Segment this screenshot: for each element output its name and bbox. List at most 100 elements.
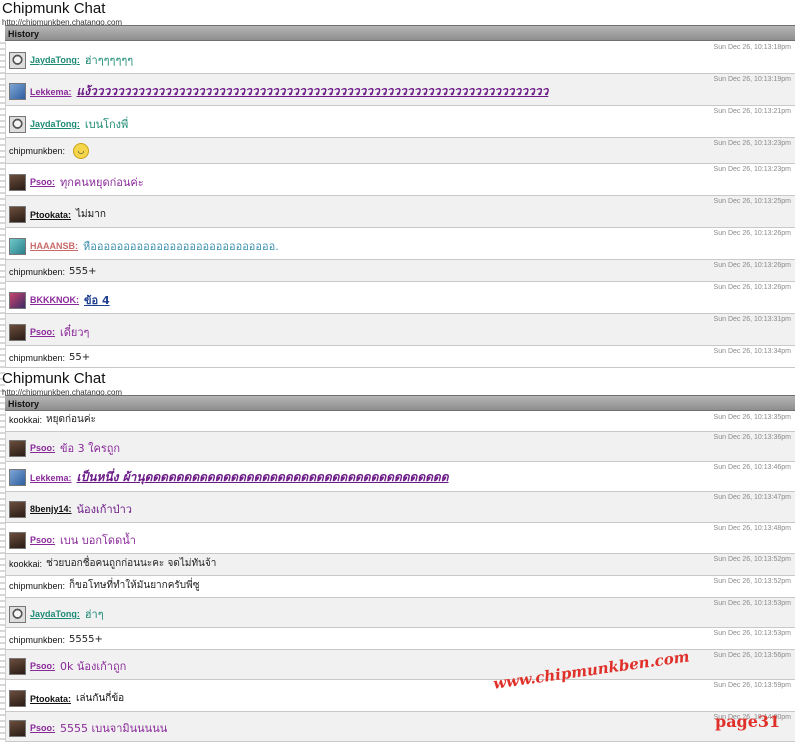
message-line: JaydaTong: ฮ่าๆ [9, 605, 104, 623]
app-title: Chipmunk Chat [2, 0, 106, 17]
avatar[interactable] [9, 206, 26, 223]
chat-message: Sun Dec 26, 10:13:26pm BKKKNOK: ข้อ 4 [5, 282, 795, 314]
username[interactable]: Psoo: [30, 327, 55, 337]
username[interactable]: JaydaTong: [30, 609, 80, 619]
message-line: chipmunkben: 55+ [9, 352, 90, 363]
avatar[interactable] [9, 500, 26, 518]
avatar[interactable] [9, 291, 26, 309]
username: chipmunkben: [9, 146, 66, 156]
message-line: chipmunkben: ก็ขอโทษที่ทำให้มันยากครับพี่… [9, 578, 200, 593]
avatar[interactable] [9, 115, 26, 133]
avatar[interactable] [9, 469, 26, 486]
username[interactable]: HAAANSB: [30, 241, 78, 251]
message-timestamp: Sun Dec 26, 10:13:46pm [713, 464, 791, 471]
avatar[interactable] [9, 690, 26, 707]
chat-message: Sun Dec 26, 10:13:53pm JaydaTong: ฮ่าๆ [5, 598, 795, 628]
message-line: chipmunkben: 555+ [9, 266, 97, 277]
chat-message: Sun Dec 26, 10:13:25pm Ptookata: ไม่มาก [5, 196, 795, 228]
avatar[interactable] [9, 719, 26, 737]
message-text: น้องเก้าป่าว [76, 503, 132, 516]
chat-message: Sun Dec 26, 10:13:59pm Ptookata: เล่นกันกี… [5, 680, 795, 712]
message-line: Psoo: เดี๋ยวๆ [9, 323, 89, 341]
smiley-emoticon-icon: ◡ [73, 143, 90, 159]
message-line: Psoo: 5555 เบนจามินนนนน [9, 719, 167, 737]
message-line: Psoo: ทุกคนหยุดก่อนค่ะ [9, 173, 144, 191]
message-line: Ptookata: เล่นกันกี่ข้อ [9, 690, 124, 707]
message-text: ไม่มาก [76, 209, 106, 220]
chat-message: Sun Dec 26, 10:13:26pm chipmunkben: 555+ [5, 260, 795, 282]
avatar[interactable] [9, 51, 26, 69]
avatar[interactable] [9, 605, 26, 623]
message-timestamp: Sun Dec 26, 10:13:18pm [713, 44, 791, 51]
avatar[interactable] [9, 657, 26, 675]
username: chipmunkben: [9, 580, 66, 591]
message-list[interactable]: Sun Dec 26, 10:13:35pm kookkai: หยุดก่อนค่… [5, 412, 795, 742]
chat-message: Sun Dec 26, 10:13:19pm Lekkema: แง้ววววววว… [5, 74, 795, 106]
message-line: HAAANSB: หืออออออออออออออออออออออออออออ. [9, 237, 279, 255]
username[interactable]: JaydaTong: [30, 119, 80, 129]
message-line: 8benjy14: น้องเก้าป่าว [9, 500, 132, 518]
message-timestamp: Sun Dec 26, 10:13:23pm [713, 166, 791, 173]
message-timestamp: Sun Dec 26, 10:13:21pm [713, 108, 791, 115]
avatar[interactable] [9, 439, 26, 457]
username: kookkai: [9, 414, 43, 425]
avatar[interactable] [9, 173, 26, 191]
message-list[interactable]: Sun Dec 26, 10:13:18pm JaydaTong: ฮ่าๆๆๆๆๆ… [5, 42, 795, 368]
message-line: BKKKNOK: ข้อ 4 [9, 291, 110, 309]
message-timestamp: Sun Dec 26, 10:13:34pm [713, 348, 791, 355]
page-number: page31 [715, 712, 781, 731]
message-timestamp: Sun Dec 26, 10:13:35pm [713, 414, 791, 421]
message-timestamp: Sun Dec 26, 10:13:26pm [713, 284, 791, 291]
message-timestamp: Sun Dec 26, 10:13:53pm [713, 630, 791, 637]
message-text: เบน บอกโดดน้ำ [60, 534, 136, 547]
avatar[interactable] [9, 531, 26, 549]
username[interactable]: Psoo: [30, 661, 55, 671]
message-timestamp: Sun Dec 26, 10:13:48pm [713, 525, 791, 532]
username[interactable]: Psoo: [30, 723, 55, 733]
username[interactable]: Psoo: [30, 177, 55, 187]
message-text: ฮ่าๆๆๆๆๆๆ [84, 54, 134, 67]
username: chipmunkben: [9, 634, 66, 645]
message-line: kookkai: หยุดก่อนค่ะ [9, 412, 96, 427]
username[interactable]: Ptookata: [30, 694, 71, 704]
chat-message: Sun Dec 26, 10:13:23pm Psoo: ทุกคนหยุดก่อน… [5, 164, 795, 196]
message-line: Lekkema: แง้ววววววววววววววววววววววววววววว… [9, 82, 548, 101]
message-line: kookkai: ช่วยบอกชื่อคนถูกก่อนนะคะ จดไม่ทั… [9, 556, 216, 571]
message-text: ก็ขอโทษที่ทำให้มันยากครับพี่ซู [69, 580, 200, 591]
message-text: แง้ววววววววววววววววววววววววววววววววววววว… [76, 84, 549, 98]
message-text: ช่วยบอกชื่อคนถูกก่อนนะคะ จดไม่ทันจ้า [46, 558, 217, 569]
username[interactable]: Lekkema: [30, 473, 72, 483]
message-timestamp: Sun Dec 26, 10:13:31pm [713, 316, 791, 323]
chat-message: Sun Dec 26, 10:13:52pm kookkai: ช่วยบอกชื่… [5, 554, 795, 576]
username[interactable]: Ptookata: [30, 210, 71, 220]
avatar[interactable] [9, 237, 26, 255]
message-text: ข้อ 4 [84, 294, 110, 307]
chat-message: Sun Dec 26, 10:13:36pm Psoo: ข้อ 3 ใครถูก [5, 432, 795, 462]
chat-message: Sun Dec 26, 10:14:00pm Psoo: 5555 เบนจามิน… [5, 712, 795, 742]
username[interactable]: BKKKNOK: [30, 295, 79, 305]
message-text: ฮ่าๆ [84, 608, 104, 621]
chat-message: Sun Dec 26, 10:13:48pm Psoo: เบน บอกโดดน้ำ [5, 523, 795, 554]
avatar[interactable] [9, 323, 26, 341]
message-line: Psoo: ข้อ 3 ใครถูก [9, 439, 120, 457]
username[interactable]: Psoo: [30, 443, 55, 453]
message-text: เล่นกันกี่ข้อ [76, 693, 125, 704]
chat-message: Sun Dec 26, 10:13:52pm chipmunkben: ก็ขอโท… [5, 576, 795, 598]
message-timestamp: Sun Dec 26, 10:13:26pm [713, 262, 791, 269]
username[interactable]: 8benjy14: [30, 504, 72, 514]
chat-window-bottom: Chipmunk Chat http://chipmunkben.chatang… [0, 370, 795, 742]
message-timestamp: Sun Dec 26, 10:13:25pm [713, 198, 791, 205]
username[interactable]: Lekkema: [30, 87, 72, 97]
chat-message: Sun Dec 26, 10:13:23pm chipmunkben: ◡ [5, 138, 795, 164]
message-text: หยุดก่อนค่ะ [46, 414, 96, 425]
username[interactable]: Psoo: [30, 535, 55, 545]
message-timestamp: Sun Dec 26, 10:13:19pm [713, 76, 791, 83]
username[interactable]: JaydaTong: [30, 55, 80, 65]
chat-message: Sun Dec 26, 10:13:31pm Psoo: เดี๋ยวๆ [5, 314, 795, 346]
message-timestamp: Sun Dec 26, 10:13:52pm [713, 556, 791, 563]
message-timestamp: Sun Dec 26, 10:13:59pm [713, 682, 791, 689]
message-line: chipmunkben: ◡ [9, 143, 90, 159]
avatar[interactable] [9, 83, 26, 100]
message-line: Ptookata: ไม่มาก [9, 206, 106, 223]
chat-message: Sun Dec 26, 10:13:35pm kookkai: หยุดก่อนค่… [5, 412, 795, 432]
